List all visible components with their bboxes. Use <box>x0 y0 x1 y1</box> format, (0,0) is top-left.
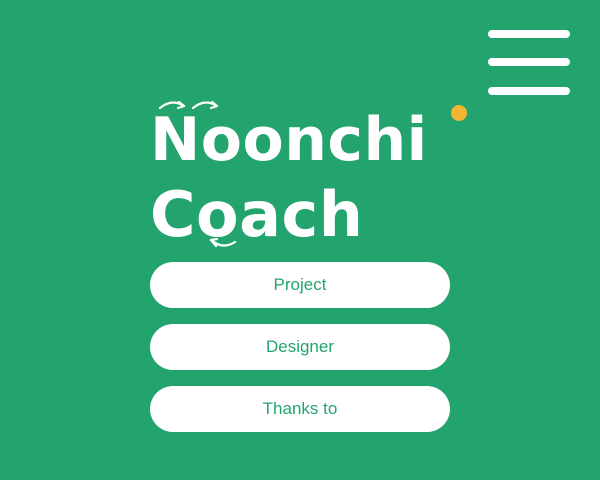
logo-letter: o <box>196 178 240 251</box>
logo-line-1: Noonchi <box>150 110 428 170</box>
logo-letter: o <box>242 105 285 175</box>
menu-button[interactable] <box>484 24 576 102</box>
logo-letter: C <box>150 178 197 251</box>
logo-letters: ach <box>239 178 364 251</box>
menu-bar-middle <box>488 58 570 66</box>
logo-letter: o <box>200 105 243 175</box>
noonchi-coach-logo: Noonchi Coach <box>150 100 480 260</box>
menu-bar-bottom <box>488 87 570 95</box>
logo-letters: nchi <box>284 105 428 175</box>
hamburger-menu-icon <box>488 30 570 38</box>
nav-designer-button[interactable]: Designer <box>150 324 450 370</box>
refresh-arrows-icon <box>157 98 187 110</box>
refresh-arrows-icon <box>208 238 238 250</box>
nav-thanks-to-button[interactable]: Thanks to <box>150 386 450 432</box>
logo-line-2: Coach <box>150 184 363 246</box>
logo-accent-dot <box>451 105 467 121</box>
nav-project-button[interactable]: Project <box>150 262 450 308</box>
logo-letter: N <box>150 105 201 175</box>
refresh-arrows-icon <box>190 98 220 110</box>
nav-list: Project Designer Thanks to <box>150 262 450 432</box>
